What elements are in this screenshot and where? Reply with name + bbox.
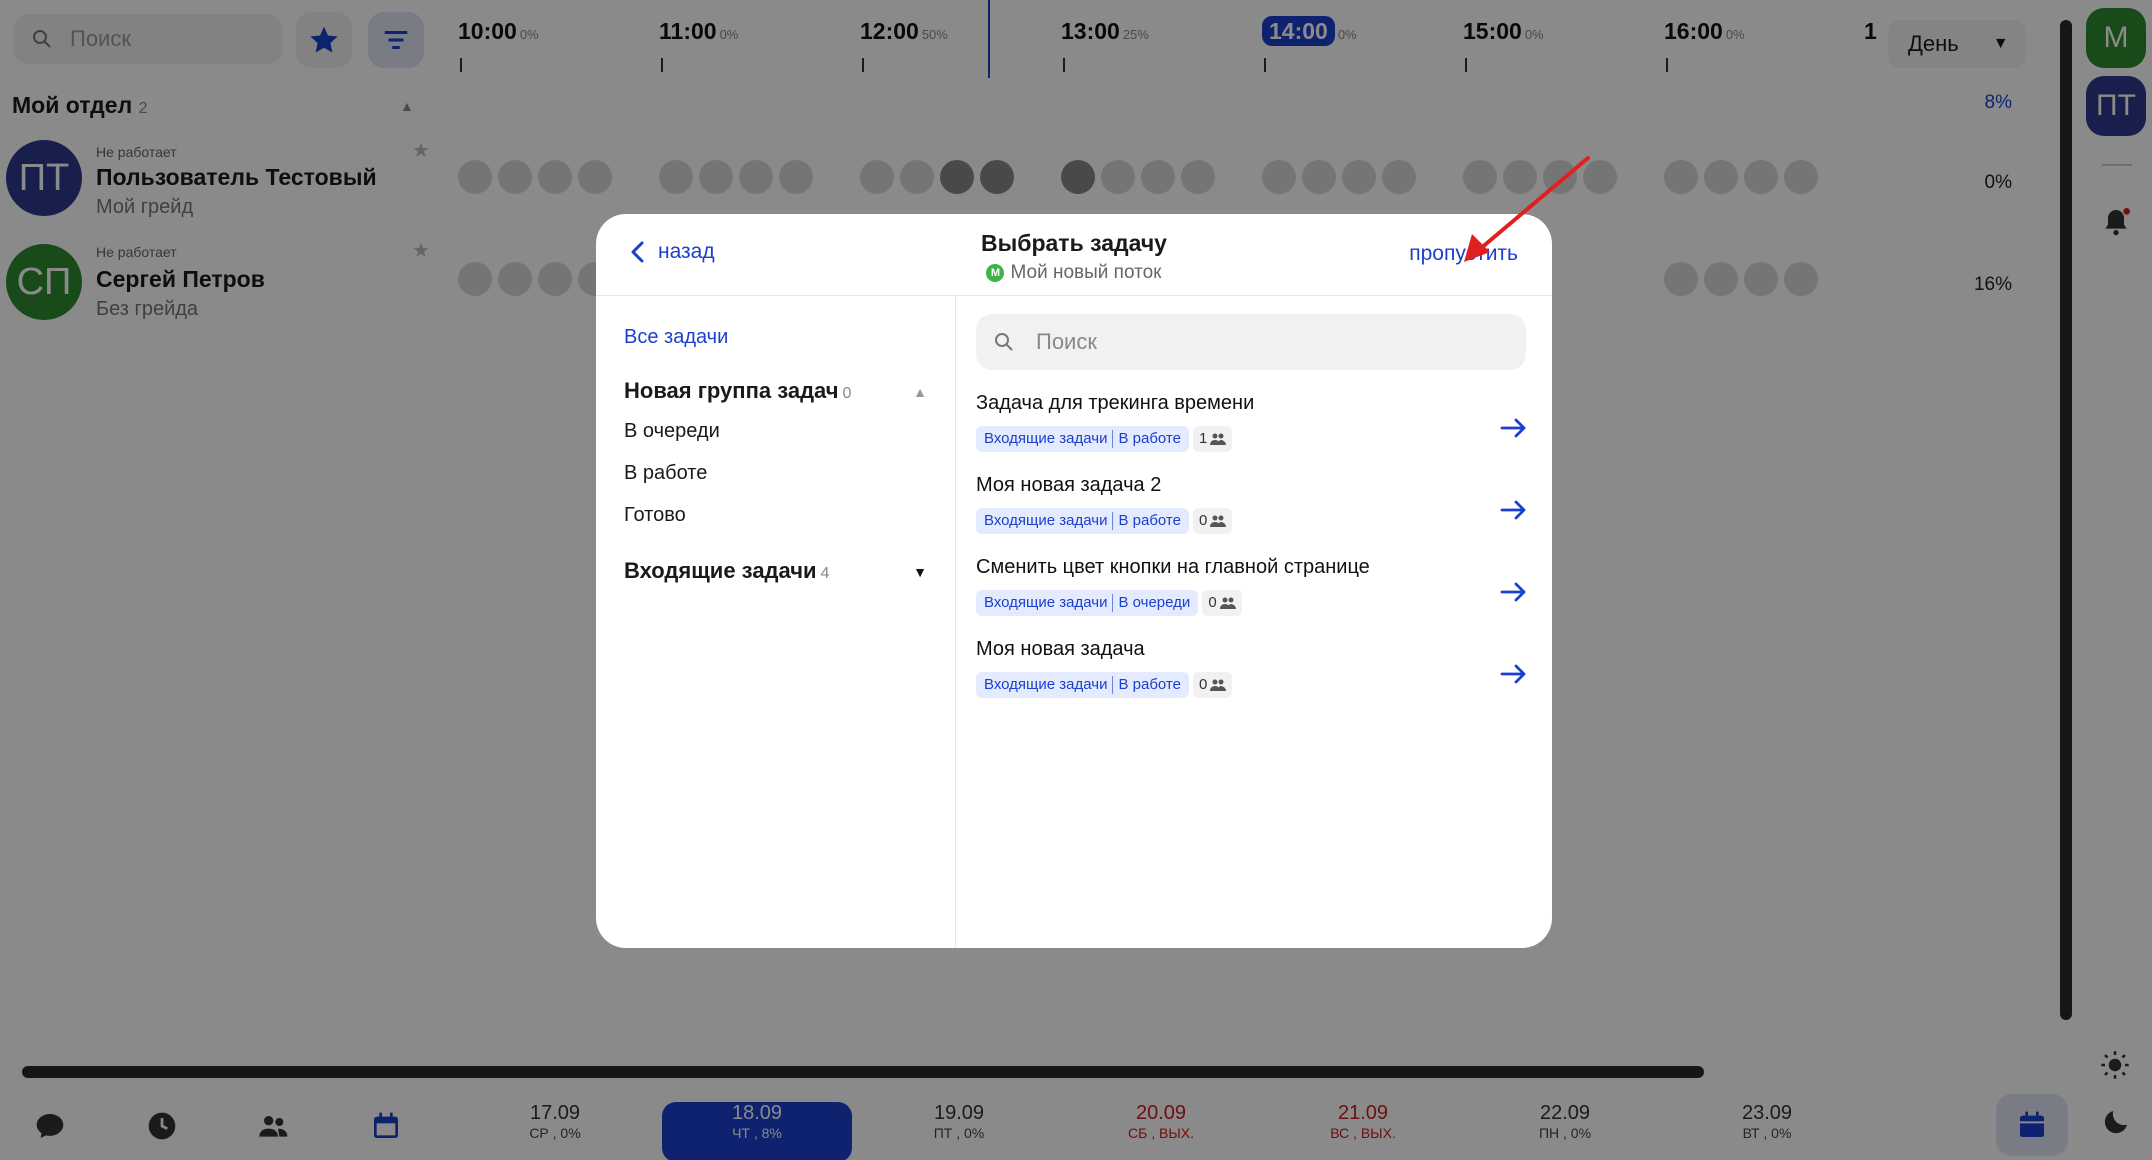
task-group-tag: Входящие задачи В работе bbox=[976, 672, 1189, 698]
task-item[interactable]: Моя новая задача 2 Входящие задачи В рабо… bbox=[976, 474, 1532, 556]
search-placeholder: Поиск bbox=[1036, 329, 1097, 354]
task-item[interactable]: Сменить цвет кнопки на главной странице … bbox=[976, 556, 1532, 638]
task-group-tag: Входящие задачи В работе bbox=[976, 426, 1189, 452]
annotation-arrow-icon bbox=[1464, 156, 1590, 262]
flow-name: Мой новый поток bbox=[1010, 262, 1162, 283]
task-search-input[interactable]: Поиск bbox=[976, 314, 1526, 370]
people-icon bbox=[1219, 597, 1236, 609]
flow-badge: М bbox=[986, 264, 1005, 282]
assignee-count: 0 bbox=[1192, 672, 1233, 698]
task-tags: Входящие задачи В очереди 0 bbox=[976, 590, 1242, 616]
task-group-tag: Входящие задачи В очереди bbox=[976, 590, 1199, 616]
task-groups-panel: Все задачи Новая группа задач 0 ▲ В очере… bbox=[596, 296, 956, 948]
assignee-count: 0 bbox=[1192, 508, 1233, 534]
select-task-dialog: назад Выбрать задачу М Мой новый поток пр… bbox=[596, 214, 1552, 948]
task-title: Моя новая задача 2 bbox=[976, 474, 1162, 496]
task-item[interactable]: Моя новая задача Входящие задачи В работе… bbox=[976, 638, 1532, 720]
arrow-right-icon[interactable] bbox=[1496, 656, 1532, 692]
assignee-count: 1 bbox=[1192, 426, 1233, 452]
task-title: Задача для трекинга времени bbox=[976, 392, 1255, 414]
task-list-panel: Поиск Задача для трекинга времени Входящ… bbox=[956, 296, 1552, 948]
arrow-right-icon[interactable] bbox=[1496, 410, 1532, 446]
task-title: Сменить цвет кнопки на главной странице bbox=[976, 556, 1370, 578]
task-group-header[interactable]: Входящие задачи 4 bbox=[624, 558, 829, 584]
task-item[interactable]: Задача для трекинга времени Входящие зад… bbox=[976, 392, 1532, 474]
arrow-right-icon[interactable] bbox=[1496, 574, 1532, 610]
assignee-count: 0 bbox=[1202, 590, 1242, 616]
people-icon bbox=[1210, 679, 1227, 691]
task-tags: Входящие задачи В работе 1 bbox=[976, 426, 1233, 452]
task-title: Моя новая задача bbox=[976, 638, 1145, 660]
status-filter-item[interactable]: В очереди bbox=[624, 420, 720, 443]
task-group-header[interactable]: Новая группа задач 0 bbox=[624, 378, 851, 404]
search-icon bbox=[995, 333, 1013, 351]
all-tasks-link[interactable]: Все задачи bbox=[624, 326, 728, 349]
arrow-right-icon[interactable] bbox=[1496, 492, 1532, 528]
people-icon bbox=[1210, 515, 1227, 527]
collapse-icon[interactable]: ▲ bbox=[913, 384, 927, 400]
status-filter-item[interactable]: Готово bbox=[624, 504, 686, 527]
task-tags: Входящие задачи В работе 0 bbox=[976, 508, 1233, 534]
people-icon bbox=[1210, 433, 1227, 445]
dialog-header: назад Выбрать задачу М Мой новый поток пр… bbox=[596, 214, 1552, 296]
task-tags: Входящие задачи В работе 0 bbox=[976, 672, 1233, 698]
status-filter-item[interactable]: В работе bbox=[624, 462, 707, 485]
task-group-tag: Входящие задачи В работе bbox=[976, 508, 1189, 534]
expand-icon[interactable]: ▼ bbox=[913, 564, 927, 580]
